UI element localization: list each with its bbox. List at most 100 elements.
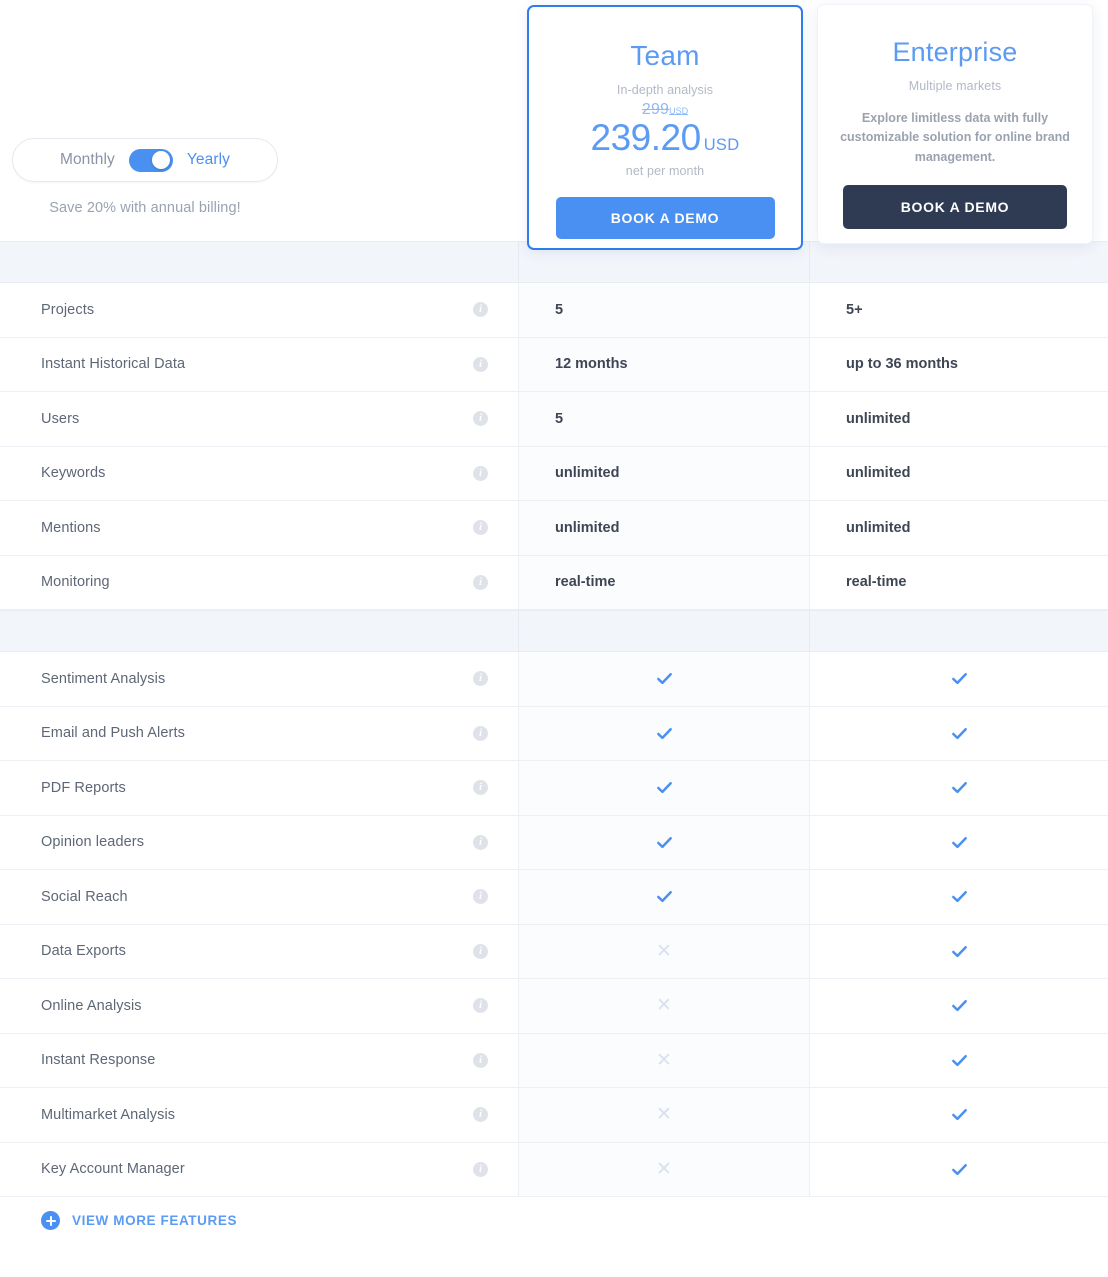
feature-cell: Sentiment Analysis i	[0, 652, 518, 706]
value-cell-enterprise: unlimited	[846, 519, 911, 536]
info-icon[interactable]: i	[473, 998, 488, 1014]
check-icon	[951, 782, 967, 794]
value-cell-team: ✕	[518, 1142, 810, 1196]
value-cell-enterprise: up to 36 months	[846, 356, 958, 373]
value-cell-enterprise	[810, 1034, 1108, 1088]
table-row: Data Exports i ✕	[0, 924, 1108, 979]
value-cell-enterprise: 5+	[846, 301, 863, 318]
old-price-amount: 299	[641, 101, 670, 118]
value-cell-team	[518, 706, 810, 760]
info-icon[interactable]: i	[473, 411, 488, 427]
value-cell-enterprise: real-time	[846, 574, 907, 591]
table-row: Instant Historical Data i 12 months up to 3…	[0, 337, 1108, 392]
band-cell-enterprise	[810, 242, 1108, 282]
table-row: Multimarket Analysis i ✕	[0, 1088, 1108, 1143]
table-row: Email and Push Alerts i	[0, 706, 1108, 761]
feature-label: Key Account Manager	[41, 1161, 185, 1178]
info-icon[interactable]: i	[473, 834, 488, 850]
info-icon[interactable]: i	[473, 1052, 488, 1068]
book-a-demo-button-team[interactable]: BOOK A DEMO	[555, 196, 775, 239]
value-cell-enterprise	[810, 870, 1108, 924]
feature-cell: Social Reach i	[0, 870, 518, 924]
plus-circle-icon	[41, 1211, 60, 1230]
check-icon	[951, 1000, 967, 1012]
info-icon[interactable]: i	[473, 356, 488, 372]
book-a-demo-button-enterprise[interactable]: BOOK A DEMO	[843, 185, 1067, 230]
band-cell-team	[518, 611, 810, 651]
plan-price-team: 239.20	[590, 117, 702, 158]
band-cell-feature	[0, 242, 518, 282]
info-icon[interactable]: i	[473, 574, 488, 590]
feature-label: Social Reach	[41, 888, 128, 905]
value-cell-team	[518, 761, 810, 815]
value-cell-enterprise	[810, 652, 1108, 706]
info-icon[interactable]: i	[473, 780, 488, 796]
feature-label: Sentiment Analysis	[41, 670, 166, 687]
band-cell-enterprise	[810, 611, 1108, 651]
value-cell-enterprise	[810, 707, 1108, 761]
check-icon	[656, 782, 672, 794]
band-cell-feature	[0, 611, 518, 651]
table-row: PDF Reports i	[0, 761, 1108, 816]
feature-cell: Mentions i	[0, 501, 518, 555]
check-icon	[656, 727, 672, 739]
info-icon[interactable]: i	[473, 1107, 488, 1123]
feature-cell: Keywords i	[0, 447, 518, 501]
feature-label: Online Analysis	[41, 997, 142, 1014]
value-cell-team: unlimited	[518, 446, 810, 500]
check-icon	[951, 945, 967, 957]
info-icon[interactable]: i	[473, 889, 488, 905]
value-cell-enterprise	[810, 1088, 1108, 1142]
feature-cell: Key Account Manager i	[0, 1143, 518, 1197]
plan-subtitle-team: In-depth analysis	[616, 83, 714, 97]
feature-label: Users	[41, 410, 80, 427]
value-cell-enterprise	[810, 816, 1108, 870]
check-icon	[951, 727, 967, 739]
info-icon[interactable]: i	[473, 725, 488, 741]
cross-icon: ✕	[656, 1049, 672, 1071]
value-cell-enterprise	[810, 925, 1108, 979]
feature-cell: Data Exports i	[0, 925, 518, 979]
feature-cell: Users i	[0, 392, 518, 446]
value-cell-team: ✕	[518, 1033, 810, 1087]
feature-cell: Email and Push Alerts i	[0, 707, 518, 761]
table-row: Opinion leaders i	[0, 815, 1108, 870]
value-cell-team	[518, 870, 810, 924]
value-cell-team	[518, 652, 810, 706]
plan-subtitle-enterprise: Multiple markets	[908, 79, 1002, 93]
value-cell-team: 5	[518, 392, 810, 446]
value-cell-team: real-time	[518, 555, 810, 609]
feature-label: Email and Push Alerts	[41, 725, 185, 742]
plan-card-enterprise[interactable]: Enterprise Multiple markets Explore limi…	[817, 4, 1093, 244]
view-more-features-label: VIEW MORE FEATURES	[72, 1213, 238, 1228]
info-icon[interactable]: i	[473, 465, 488, 481]
feature-label: Monitoring	[41, 574, 110, 591]
view-more-features-link[interactable]: VIEW MORE FEATURES	[0, 1197, 1108, 1244]
feature-cell: Online Analysis i	[0, 979, 518, 1033]
table-row: Sentiment Analysis i	[0, 652, 1108, 707]
cross-icon: ✕	[656, 995, 672, 1017]
plan-card-team[interactable]: Team In-depth analysis 299USD 239.20 USD …	[527, 5, 803, 250]
table-row: Projects i 5 5+	[0, 283, 1108, 338]
feature-label: Keywords	[41, 465, 106, 482]
plan-description-enterprise: Explore limitless data with fully custom…	[840, 111, 1070, 164]
value-cell-enterprise: unlimited	[846, 410, 911, 427]
check-icon	[656, 673, 672, 685]
info-icon[interactable]: i	[473, 943, 488, 959]
value-cell-team	[518, 815, 810, 869]
info-icon[interactable]: i	[473, 671, 488, 687]
value-cell-team: 5	[518, 283, 810, 337]
check-icon	[951, 1109, 967, 1121]
value-cell-team: ✕	[518, 924, 810, 978]
cross-icon: ✕	[656, 940, 672, 962]
info-icon[interactable]: i	[473, 302, 488, 318]
info-icon[interactable]: i	[473, 520, 488, 536]
feature-cell: PDF Reports i	[0, 761, 518, 815]
plan-price-note-team: net per month	[625, 163, 705, 178]
table-body: Projects i 5 5+ Instant Historical Data i 12 m…	[0, 241, 1108, 1197]
table-row: Instant Response i ✕	[0, 1033, 1108, 1088]
info-icon[interactable]: i	[473, 1161, 488, 1177]
cross-icon: ✕	[656, 1104, 672, 1126]
check-icon	[951, 891, 967, 903]
feature-label: Instant Historical Data	[41, 356, 186, 373]
